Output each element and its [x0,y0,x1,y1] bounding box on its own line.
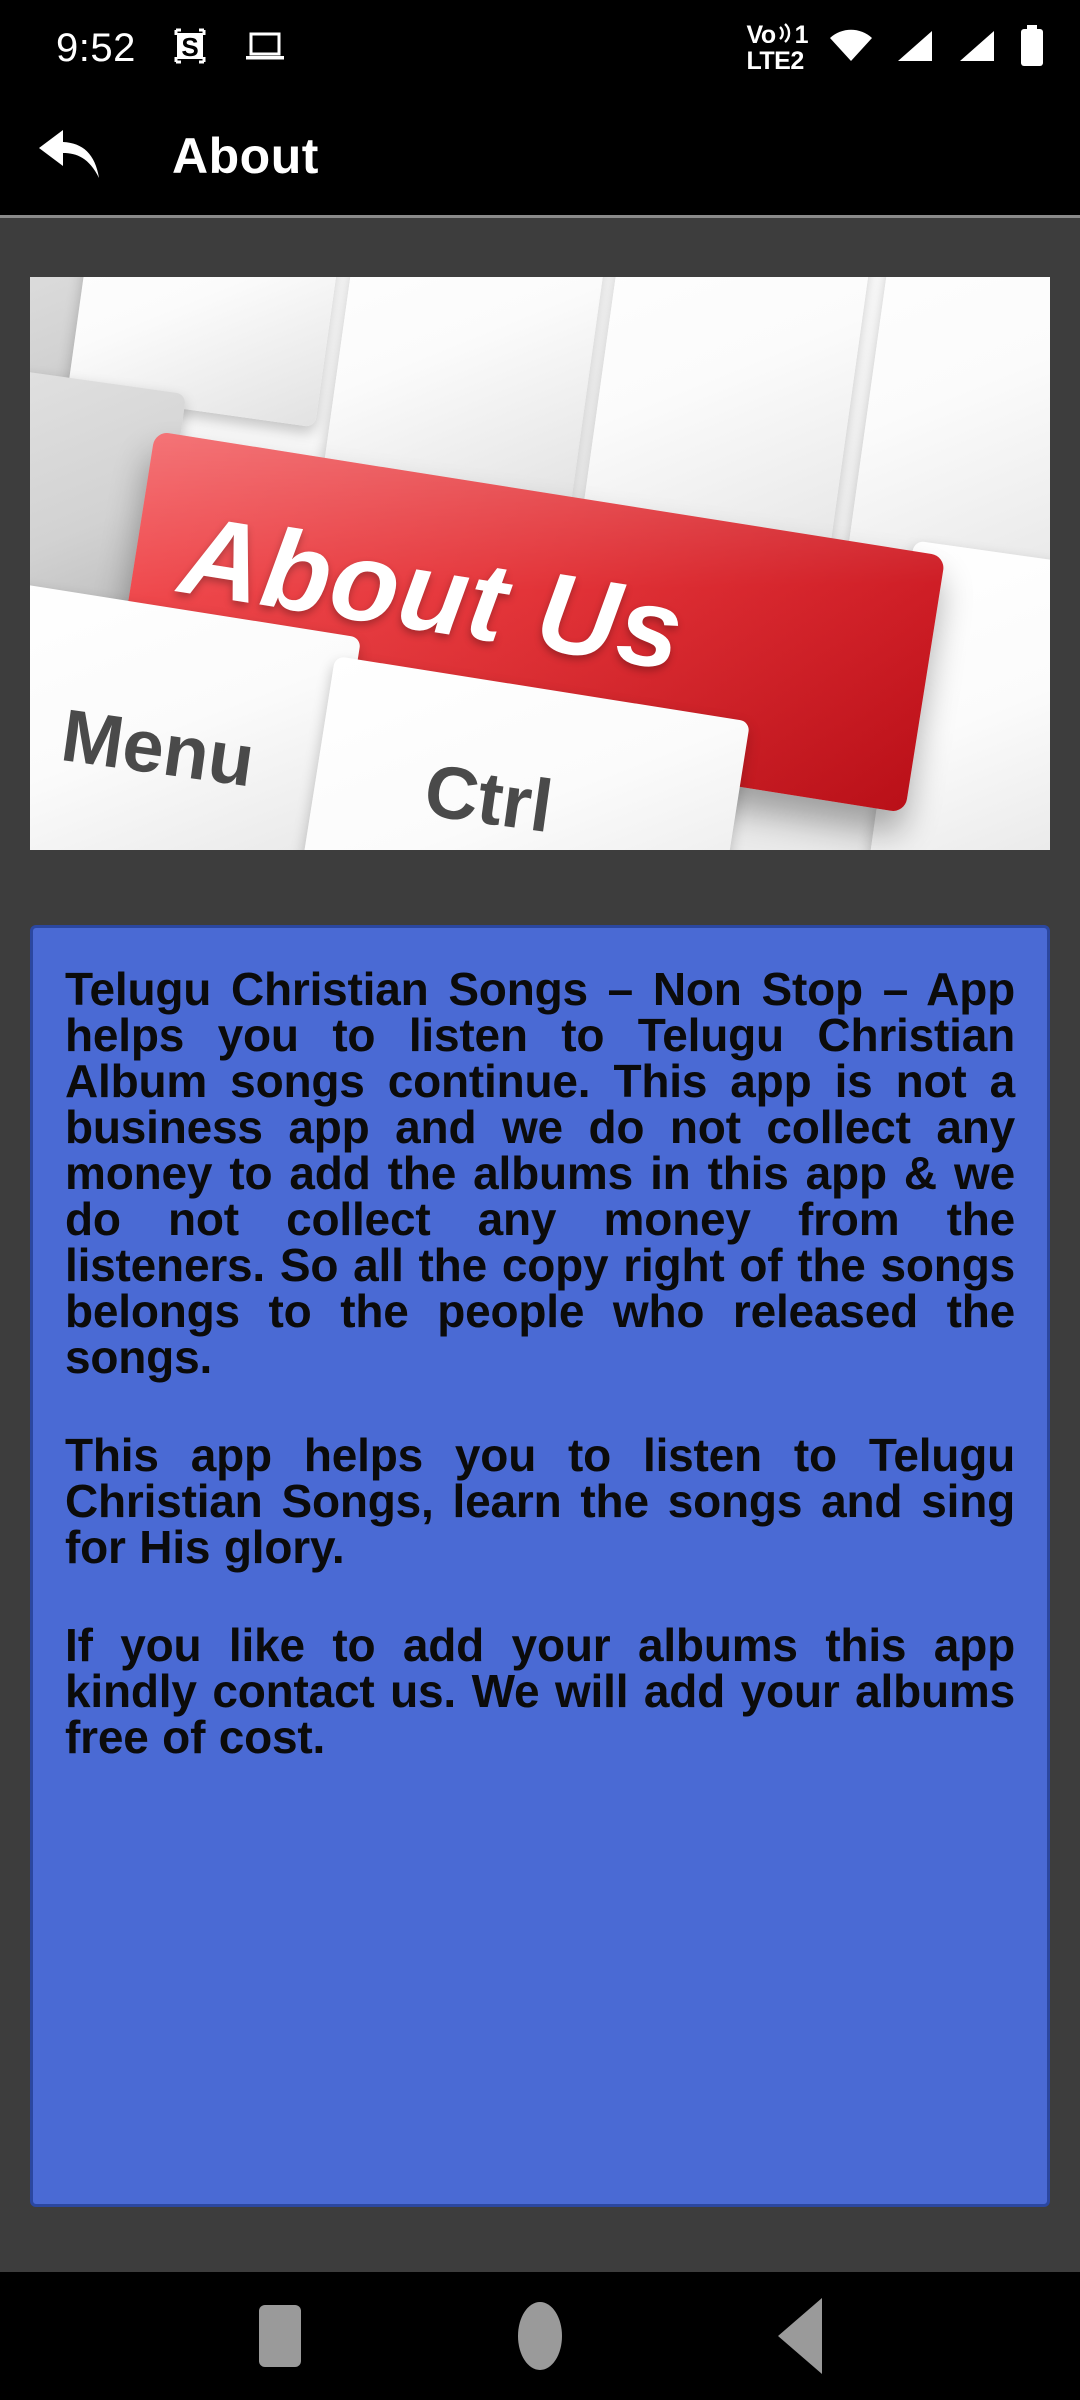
wifi-icon [828,27,874,70]
signal-sim2-icon [956,27,998,70]
phone-screen: 9:52 S Vo 1 LTE2 About About Us Menu Ctr… [0,0,1080,2400]
volte-sim1-label: 1 [794,20,809,49]
ctrl-key-label: Ctrl [419,748,558,849]
status-bar-right: Vo 1 LTE2 [746,20,1047,75]
volte-icon: Vo 1 LTE2 [746,20,809,75]
back-arrow-icon [37,122,107,189]
triangle-left-icon [778,2298,822,2374]
nav-recents-button[interactable] [210,2272,350,2400]
circle-icon [518,2302,562,2370]
about-text-card: Telugu Christian Songs – Non Stop – App … [30,925,1050,2207]
status-bar: 9:52 S Vo 1 LTE2 [0,0,1080,96]
svg-text:S: S [181,32,198,62]
page-title: About [172,127,319,184]
nav-back-button[interactable] [730,2272,870,2400]
back-button[interactable] [24,108,120,204]
menu-key-label: Menu [56,693,260,803]
status-bar-left: 9:52 S [56,26,286,71]
about-paragraph-1: Telugu Christian Songs – Non Stop – App … [65,963,1015,1383]
content-scroll-area[interactable]: # About Us Menu Ctrl [0,218,1080,2272]
about-paragraph-3: If you like to add your albums this app … [65,1619,1015,1763]
screenshot-app-icon: S [170,26,210,71]
nav-home-button[interactable] [470,2272,610,2400]
cast-laptop-icon [244,26,286,71]
navigation-bar [0,2272,1080,2400]
square-icon [259,2305,301,2367]
battery-icon [1018,24,1046,73]
about-hero-image: # About Us Menu Ctrl [30,277,1050,850]
keyboard-scene: # About Us Menu Ctrl [30,277,1050,850]
about-paragraph-2: This app helps you to listen to Telugu C… [65,1429,1015,1573]
volte-sim2-label: 2 [790,46,804,75]
status-clock: 9:52 [56,26,136,70]
volte-vo-label: Vo [746,20,777,49]
volte-lte-label: LTE [746,46,791,75]
signal-sim1-icon [894,27,936,70]
app-bar: About [0,96,1080,215]
